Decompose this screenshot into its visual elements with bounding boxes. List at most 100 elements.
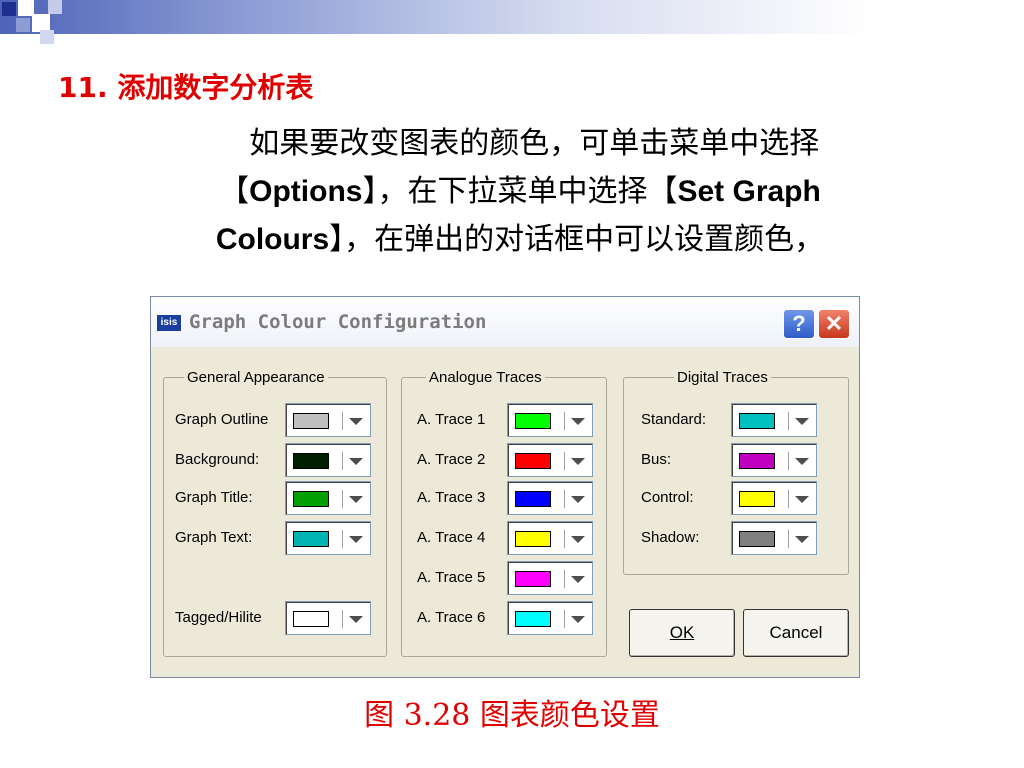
chevron-down-icon[interactable] bbox=[571, 536, 585, 543]
colour-row-label: A. Trace 6 bbox=[417, 609, 486, 626]
general-colour-row: Graph Title: bbox=[175, 481, 371, 515]
colour-picker-dropdown[interactable] bbox=[285, 481, 371, 515]
colour-row-label: Shadow: bbox=[641, 529, 700, 546]
chevron-down-icon[interactable] bbox=[349, 496, 363, 503]
colour-swatch bbox=[739, 413, 775, 429]
paragraph-line: Colours】，在弹出的对话框中可以设置颜色， bbox=[215, 222, 825, 257]
colour-picker-dropdown[interactable] bbox=[507, 443, 593, 477]
analogue-colour-row: A. Trace 4 bbox=[417, 521, 593, 555]
dropdown-separator bbox=[564, 610, 565, 628]
colour-row-label: Graph Text: bbox=[175, 529, 253, 546]
dropdown-separator bbox=[342, 490, 343, 508]
paragraph-line: 如果要改变图表的颜色，可单击菜单中选择 bbox=[249, 126, 820, 161]
colour-picker-dropdown[interactable] bbox=[731, 521, 817, 555]
colour-swatch bbox=[293, 531, 329, 547]
colour-row-label: Graph Outline bbox=[175, 411, 269, 428]
digital-colour-row: Standard: bbox=[641, 403, 817, 437]
general-colour-row: Background: bbox=[175, 443, 371, 477]
colour-picker-dropdown[interactable] bbox=[285, 403, 371, 437]
digital-colour-row: Control: bbox=[641, 481, 817, 515]
colour-picker-dropdown[interactable] bbox=[731, 481, 817, 515]
decor-square bbox=[40, 30, 54, 44]
general-colour-row: Tagged/Hilite bbox=[175, 601, 371, 635]
colour-row-label: Bus: bbox=[641, 451, 672, 468]
decor-square bbox=[48, 0, 62, 14]
colour-picker-dropdown[interactable] bbox=[507, 481, 593, 515]
dropdown-separator bbox=[564, 570, 565, 588]
colour-row-label: A. Trace 5 bbox=[417, 569, 486, 586]
dropdown-separator bbox=[342, 452, 343, 470]
ok-button-label: OK bbox=[669, 623, 695, 642]
colour-row-label: Control: bbox=[641, 489, 694, 506]
dialog-titlebar[interactable]: isis Graph Colour Configuration ? ✕ bbox=[151, 297, 859, 347]
cancel-button[interactable]: Cancel bbox=[743, 609, 849, 657]
colour-swatch bbox=[293, 611, 329, 627]
colour-picker-dropdown[interactable] bbox=[285, 443, 371, 477]
dropdown-separator bbox=[342, 412, 343, 430]
chevron-down-icon[interactable] bbox=[349, 536, 363, 543]
figure-caption: 图 3.28 图表颜色设置 bbox=[364, 698, 660, 733]
chevron-down-icon[interactable] bbox=[795, 418, 809, 425]
general-colour-row: Graph Text: bbox=[175, 521, 371, 555]
ok-button[interactable]: OK bbox=[629, 609, 735, 657]
group-legend: General Appearance bbox=[184, 369, 328, 386]
analogue-colour-row: A. Trace 6 bbox=[417, 601, 593, 635]
colour-picker-dropdown[interactable] bbox=[507, 403, 593, 437]
paragraph-line: 【Options】，在下拉菜单中选择【Set Graph bbox=[219, 174, 821, 209]
colour-picker-dropdown[interactable] bbox=[731, 443, 817, 477]
analogue-colour-row: A. Trace 1 bbox=[417, 403, 593, 437]
close-button[interactable]: ✕ bbox=[818, 309, 850, 339]
decor-square bbox=[2, 2, 16, 16]
colour-picker-dropdown[interactable] bbox=[731, 403, 817, 437]
colour-row-label: Background: bbox=[175, 451, 260, 468]
colour-picker-dropdown[interactable] bbox=[285, 601, 371, 635]
colour-row-label: Graph Title: bbox=[175, 489, 253, 506]
dropdown-separator bbox=[788, 530, 789, 548]
colour-swatch bbox=[515, 531, 551, 547]
colour-row-label: Standard: bbox=[641, 411, 707, 428]
colour-picker-dropdown[interactable] bbox=[507, 521, 593, 555]
colour-row-label: A. Trace 1 bbox=[417, 411, 486, 428]
dropdown-separator bbox=[564, 490, 565, 508]
dropdown-separator bbox=[564, 412, 565, 430]
dropdown-separator bbox=[564, 452, 565, 470]
chevron-down-icon[interactable] bbox=[349, 458, 363, 465]
dialog-title: Graph Colour Configuration bbox=[189, 311, 487, 333]
digital-colour-row: Shadow: bbox=[641, 521, 817, 555]
colour-row-label: Tagged/Hilite bbox=[175, 609, 262, 626]
isis-app-icon: isis bbox=[157, 315, 181, 331]
chevron-down-icon[interactable] bbox=[571, 616, 585, 623]
colour-swatch bbox=[515, 453, 551, 469]
colour-swatch bbox=[293, 413, 329, 429]
colour-row-label: A. Trace 4 bbox=[417, 529, 486, 546]
colour-swatch bbox=[515, 571, 551, 587]
chevron-down-icon[interactable] bbox=[349, 418, 363, 425]
chevron-down-icon[interactable] bbox=[571, 418, 585, 425]
digital-colour-row: Bus: bbox=[641, 443, 817, 477]
colour-swatch bbox=[739, 491, 775, 507]
colour-picker-dropdown[interactable] bbox=[507, 561, 593, 595]
colour-swatch bbox=[515, 413, 551, 429]
decor-square bbox=[16, 18, 30, 32]
colour-picker-dropdown[interactable] bbox=[507, 601, 593, 635]
graph-colour-dialog: isis Graph Colour Configuration ? ✕ Gene… bbox=[150, 296, 860, 678]
colour-picker-dropdown[interactable] bbox=[285, 521, 371, 555]
chevron-down-icon[interactable] bbox=[795, 536, 809, 543]
chevron-down-icon[interactable] bbox=[795, 458, 809, 465]
slide-title: 11. 添加数字分析表 bbox=[58, 71, 314, 104]
chevron-down-icon[interactable] bbox=[349, 616, 363, 623]
colour-swatch bbox=[739, 531, 775, 547]
chevron-down-icon[interactable] bbox=[795, 496, 809, 503]
chevron-down-icon[interactable] bbox=[571, 458, 585, 465]
dropdown-separator bbox=[564, 530, 565, 548]
dropdown-separator bbox=[788, 490, 789, 508]
colour-swatch bbox=[739, 453, 775, 469]
dropdown-separator bbox=[788, 412, 789, 430]
help-button[interactable]: ? bbox=[783, 309, 815, 339]
colour-swatch bbox=[515, 491, 551, 507]
chevron-down-icon[interactable] bbox=[571, 496, 585, 503]
analogue-colour-row: A. Trace 2 bbox=[417, 443, 593, 477]
cancel-button-label: Cancel bbox=[769, 623, 823, 642]
dropdown-separator bbox=[342, 610, 343, 628]
chevron-down-icon[interactable] bbox=[571, 576, 585, 583]
